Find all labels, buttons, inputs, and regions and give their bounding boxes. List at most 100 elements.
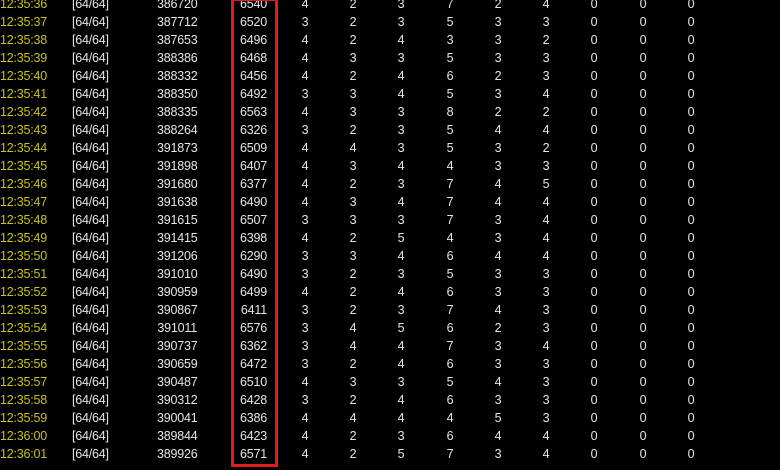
metric-cell: 3 bbox=[397, 429, 405, 443]
metric-cell: 5 bbox=[446, 375, 454, 389]
metric-cell: 3 bbox=[494, 87, 502, 101]
metric-cell: 0 bbox=[590, 447, 598, 461]
log-row: 12:35:57 [64/64] 390487 6510 4 3 3 5 4 3 0 0 0 bbox=[0, 373, 780, 391]
metric-cell: 4 bbox=[301, 195, 309, 209]
metric-cell: 4 bbox=[301, 285, 309, 299]
total-count-cell: 388332 bbox=[157, 69, 198, 83]
metric-cell: 0 bbox=[590, 195, 598, 209]
metric-cell: 0 bbox=[590, 33, 598, 47]
log-row: 12:35:56 [64/64] 390659 6472 3 2 4 6 3 3 0 0 0 bbox=[0, 355, 780, 373]
metric-cell: 0 bbox=[639, 15, 647, 29]
metric-cell: 0 bbox=[639, 267, 647, 281]
metric-cell: 3 bbox=[301, 249, 309, 263]
metric-cell: 4 bbox=[397, 411, 405, 425]
highlighted-value-cell: 6290 bbox=[239, 249, 267, 263]
metric-cell: 3 bbox=[446, 33, 454, 47]
highlighted-value-cell: 6563 bbox=[239, 105, 267, 119]
timestamp-cell: 12:35:41 bbox=[0, 87, 48, 101]
timestamp-cell: 12:35:58 bbox=[0, 393, 48, 407]
metric-cell: 3 bbox=[494, 393, 502, 407]
metric-cell: 3 bbox=[397, 15, 405, 29]
metric-cell: 4 bbox=[542, 0, 550, 11]
metric-cell: 3 bbox=[494, 51, 502, 65]
metric-cell: 4 bbox=[301, 159, 309, 173]
timestamp-cell: 12:35:42 bbox=[0, 105, 48, 119]
total-count-cell: 391010 bbox=[157, 267, 198, 281]
log-row: 12:35:59 [64/64] 390041 6386 4 4 4 4 5 3 0 0 0 bbox=[0, 409, 780, 427]
metric-cell: 5 bbox=[397, 321, 405, 335]
metric-cell: 3 bbox=[542, 357, 550, 371]
metric-cell: 3 bbox=[494, 33, 502, 47]
metric-cell: 5 bbox=[397, 447, 405, 461]
metric-cell: 4 bbox=[397, 249, 405, 263]
metric-cell: 5 bbox=[446, 141, 454, 155]
metric-cell: 0 bbox=[590, 69, 598, 83]
timestamp-cell: 12:35:48 bbox=[0, 213, 48, 227]
metric-cell: 0 bbox=[687, 357, 695, 371]
highlighted-value-cell: 6472 bbox=[239, 357, 267, 371]
metric-cell: 7 bbox=[446, 339, 454, 353]
terminal-output: 12:35:36 [64/64] 386720 6540 4 2 3 7 2 4 0 0 0 12:35:… bbox=[0, 0, 780, 470]
metric-cell: 2 bbox=[349, 177, 357, 191]
metric-cell: 0 bbox=[687, 159, 695, 173]
metric-cell: 0 bbox=[687, 429, 695, 443]
metric-cell: 4 bbox=[494, 177, 502, 191]
metric-cell: 4 bbox=[301, 375, 309, 389]
metric-cell: 4 bbox=[397, 87, 405, 101]
metric-cell: 3 bbox=[542, 375, 550, 389]
metric-cell: 4 bbox=[301, 429, 309, 443]
metric-cell: 4 bbox=[397, 195, 405, 209]
metric-cell: 0 bbox=[639, 303, 647, 317]
slots-cell: [64/64] bbox=[72, 429, 109, 443]
timestamp-cell: 12:35:44 bbox=[0, 141, 48, 155]
highlighted-value-cell: 6428 bbox=[239, 393, 267, 407]
slots-cell: [64/64] bbox=[72, 447, 109, 461]
metric-cell: 0 bbox=[639, 141, 647, 155]
highlighted-value-cell: 6492 bbox=[239, 87, 267, 101]
metric-cell: 4 bbox=[397, 159, 405, 173]
metric-cell: 2 bbox=[494, 69, 502, 83]
metric-cell: 2 bbox=[349, 267, 357, 281]
metric-cell: 3 bbox=[542, 285, 550, 299]
metric-cell: 6 bbox=[446, 429, 454, 443]
metric-cell: 2 bbox=[349, 303, 357, 317]
metric-cell: 3 bbox=[301, 303, 309, 317]
slots-cell: [64/64] bbox=[72, 69, 109, 83]
metric-cell: 2 bbox=[349, 429, 357, 443]
metric-cell: 5 bbox=[446, 87, 454, 101]
metric-cell: 2 bbox=[349, 357, 357, 371]
metric-cell: 0 bbox=[590, 213, 598, 227]
metric-cell: 3 bbox=[397, 375, 405, 389]
metric-cell: 4 bbox=[542, 195, 550, 209]
metric-cell: 0 bbox=[687, 51, 695, 65]
highlighted-value-cell: 6509 bbox=[239, 141, 267, 155]
metric-cell: 3 bbox=[349, 213, 357, 227]
metric-cell: 2 bbox=[542, 105, 550, 119]
metric-cell: 4 bbox=[397, 69, 405, 83]
metric-cell: 3 bbox=[301, 123, 309, 137]
total-count-cell: 391638 bbox=[157, 195, 198, 209]
highlighted-value-cell: 6468 bbox=[239, 51, 267, 65]
metric-cell: 0 bbox=[687, 447, 695, 461]
metric-cell: 3 bbox=[494, 15, 502, 29]
metric-cell: 3 bbox=[349, 159, 357, 173]
log-row: 12:35:46 [64/64] 391680 6377 4 2 3 7 4 5 0 0 0 bbox=[0, 175, 780, 193]
highlighted-value-cell: 6386 bbox=[239, 411, 267, 425]
metric-cell: 0 bbox=[639, 285, 647, 299]
metric-cell: 0 bbox=[687, 231, 695, 245]
metric-cell: 0 bbox=[687, 321, 695, 335]
highlighted-value-cell: 6362 bbox=[239, 339, 267, 353]
log-row: 12:35:52 [64/64] 390959 6499 4 2 4 6 3 3 0 0 0 bbox=[0, 283, 780, 301]
timestamp-cell: 12:35:59 bbox=[0, 411, 48, 425]
metric-cell: 4 bbox=[349, 141, 357, 155]
total-count-cell: 391873 bbox=[157, 141, 198, 155]
metric-cell: 0 bbox=[639, 429, 647, 443]
metric-cell: 3 bbox=[542, 303, 550, 317]
slots-cell: [64/64] bbox=[72, 87, 109, 101]
slots-cell: [64/64] bbox=[72, 231, 109, 245]
metric-cell: 0 bbox=[639, 411, 647, 425]
metric-cell: 3 bbox=[301, 213, 309, 227]
metric-cell: 0 bbox=[639, 357, 647, 371]
metric-cell: 0 bbox=[687, 105, 695, 119]
metric-cell: 0 bbox=[687, 249, 695, 263]
